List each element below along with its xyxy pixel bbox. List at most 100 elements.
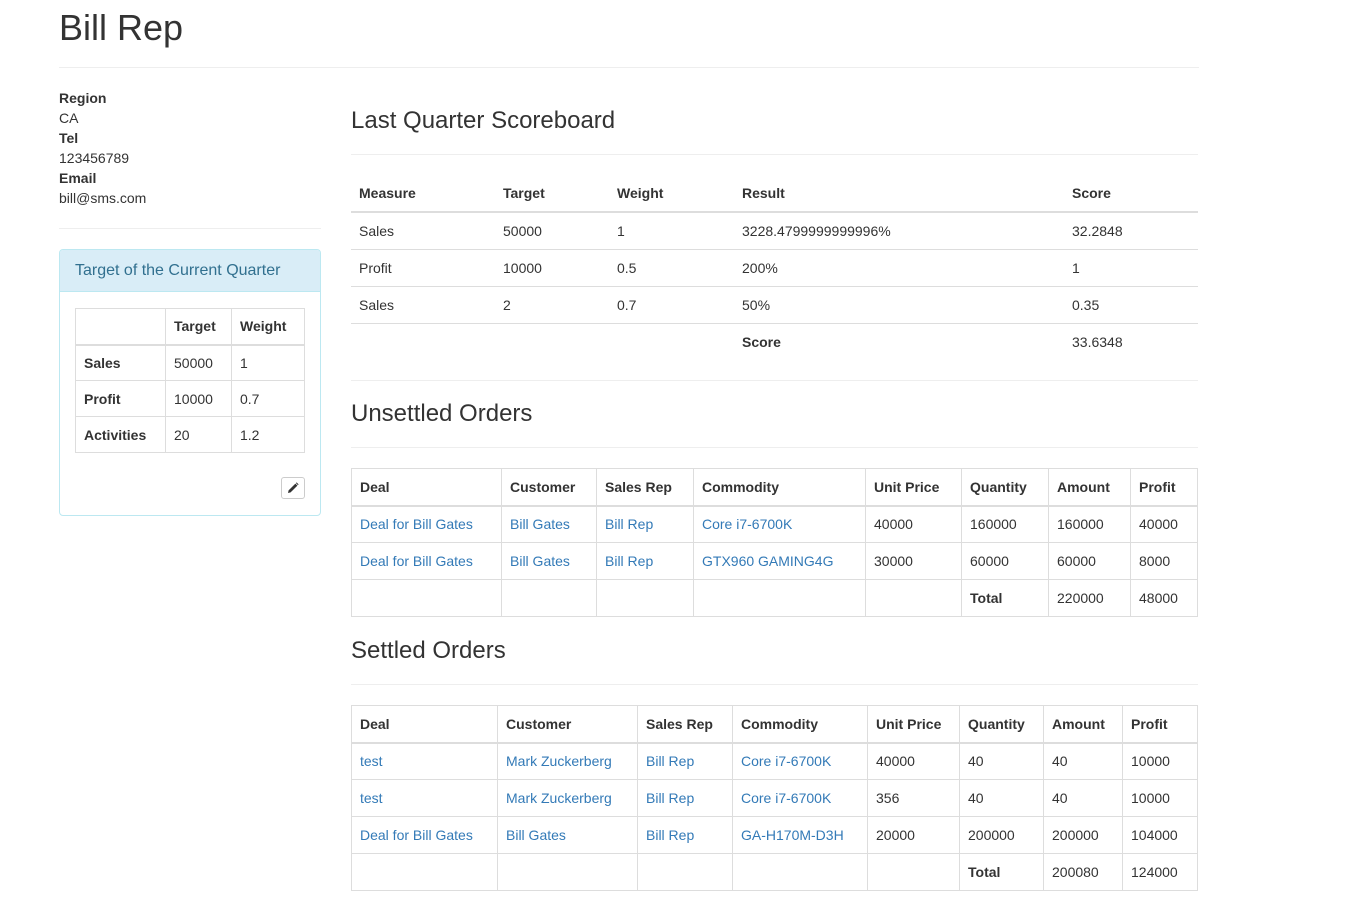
total-amount: 200080 [1043, 853, 1123, 891]
settled-orders-title: Settled Orders [351, 637, 506, 664]
unsettled-orders-title: Unsettled Orders [351, 400, 533, 427]
weight-cell: 1 [231, 344, 305, 381]
weight-cell: 1 [609, 211, 734, 249]
table-row: Activities 20 1.2 [75, 416, 305, 453]
weight-cell: 1.2 [231, 416, 305, 453]
score-cell: 1 [1064, 248, 1198, 286]
deal-link[interactable]: test [360, 753, 383, 769]
commodity-link[interactable]: Core i7-6700K [702, 516, 792, 532]
unit-price-cell: 356 [867, 779, 960, 817]
column-header: Result [734, 175, 1064, 213]
table-row: Sales 2 0.7 50% 0.35 [351, 285, 1198, 323]
total-row: Total 200080 124000 [351, 853, 1198, 891]
amount-cell: 60000 [1048, 542, 1131, 580]
commodity-cell: Core i7-6700K [732, 742, 868, 780]
commodity-link[interactable]: GTX960 GAMING4G [702, 553, 833, 569]
sales-rep-link[interactable]: Bill Rep [646, 753, 694, 769]
region-value: CA [59, 110, 79, 126]
measure-cell: Profit [75, 380, 166, 417]
email-label: Email [59, 170, 97, 186]
score-total-value: 33.6348 [1064, 322, 1198, 360]
commodity-cell: GA-H170M-D3H [732, 816, 868, 854]
deal-link[interactable]: test [360, 790, 383, 806]
sales-rep-link[interactable]: Bill Rep [605, 553, 653, 569]
customer-cell: Bill Gates [501, 505, 597, 543]
edit-target-button[interactable] [281, 477, 305, 499]
measure-cell: Activities [75, 416, 166, 453]
customer-cell: Bill Gates [497, 816, 638, 854]
quantity-cell: 40 [959, 779, 1044, 817]
commodity-cell: GTX960 GAMING4G [693, 542, 866, 580]
table-row: test Mark Zuckerberg Bill Rep Core i7-67… [351, 779, 1198, 817]
sales-rep-cell: Bill Rep [596, 542, 694, 580]
profit-cell: 40000 [1130, 505, 1198, 543]
page-title: Bill Rep [59, 7, 184, 48]
table-header-row: Target Weight [75, 308, 305, 346]
commodity-link[interactable]: Core i7-6700K [741, 753, 831, 769]
column-header: Customer [501, 468, 597, 507]
commodity-link[interactable]: Core i7-6700K [741, 790, 831, 806]
target-panel-title: Target of the Current Quarter [60, 250, 320, 292]
quantity-cell: 60000 [961, 542, 1049, 580]
sales-rep-link[interactable]: Bill Rep [646, 790, 694, 806]
deal-cell: test [351, 742, 498, 780]
total-amount: 220000 [1048, 579, 1131, 617]
scoreboard-divider [351, 154, 1198, 155]
unit-price-cell: 40000 [867, 742, 960, 780]
column-header: Customer [497, 705, 638, 744]
column-header: Measure [351, 175, 495, 213]
weight-cell: 0.7 [231, 380, 305, 417]
customer-link[interactable]: Bill Gates [510, 516, 570, 532]
sales-rep-link[interactable]: Bill Rep [646, 827, 694, 843]
sales-rep-cell: Bill Rep [637, 779, 733, 817]
customer-link[interactable]: Bill Gates [510, 553, 570, 569]
measure-cell: Profit [351, 248, 495, 286]
customer-link[interactable]: Mark Zuckerberg [506, 790, 612, 806]
result-cell: 50% [734, 285, 1064, 323]
empty-cell [351, 322, 495, 360]
target-cell: 10000 [165, 380, 232, 417]
column-header: Commodity [693, 468, 866, 507]
scoreboard-bottom-divider [351, 380, 1198, 381]
target-cell: 2 [495, 285, 609, 323]
table-row: Sales 50000 1 3228.4799999999996% 32.284… [351, 211, 1198, 249]
column-header: Weight [609, 175, 734, 213]
table-row: Deal for Bill Gates Bill Gates Bill Rep … [351, 816, 1198, 854]
quantity-cell: 200000 [959, 816, 1044, 854]
amount-cell: 200000 [1043, 816, 1123, 854]
deal-link[interactable]: Deal for Bill Gates [360, 553, 473, 569]
table-row: test Mark Zuckerberg Bill Rep Core i7-67… [351, 742, 1198, 780]
column-header: Unit Price [865, 468, 962, 507]
pencil-icon [288, 482, 299, 493]
amount-cell: 40 [1043, 742, 1123, 780]
profile-info: Region CA Tel 123456789 Email bill@sms.c… [59, 88, 321, 208]
quantity-cell: 40 [959, 742, 1044, 780]
target-cell: 50000 [165, 344, 232, 381]
measure-cell: Sales [75, 344, 166, 381]
profit-cell: 10000 [1122, 742, 1198, 780]
column-header: Weight [231, 308, 305, 346]
total-profit: 48000 [1130, 579, 1198, 617]
deal-link[interactable]: Deal for Bill Gates [360, 827, 473, 843]
sales-rep-cell: Bill Rep [596, 505, 694, 543]
customer-cell: Mark Zuckerberg [497, 742, 638, 780]
total-label: Total [961, 579, 1049, 617]
commodity-link[interactable]: GA-H170M-D3H [741, 827, 844, 843]
deal-link[interactable]: Deal for Bill Gates [360, 516, 473, 532]
sales-rep-cell: Bill Rep [637, 742, 733, 780]
column-header: Profit [1130, 468, 1198, 507]
total-label: Total [959, 853, 1044, 891]
column-header: Deal [351, 468, 502, 507]
column-header: Deal [351, 705, 498, 744]
tel-value: 123456789 [59, 150, 130, 166]
column-header: Sales Rep [637, 705, 733, 744]
customer-link[interactable]: Mark Zuckerberg [506, 753, 612, 769]
amount-cell: 40 [1043, 779, 1123, 817]
customer-link[interactable]: Bill Gates [506, 827, 566, 843]
empty-cell [867, 853, 960, 891]
score-cell: 32.2848 [1064, 211, 1198, 249]
sales-rep-link[interactable]: Bill Rep [605, 516, 653, 532]
target-cell: 10000 [495, 248, 609, 286]
table-row: Sales 50000 1 [75, 344, 305, 381]
amount-cell: 160000 [1048, 505, 1131, 543]
